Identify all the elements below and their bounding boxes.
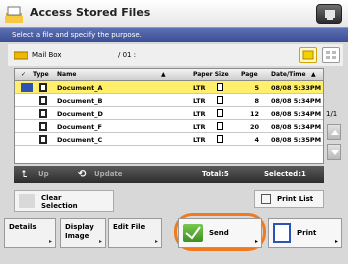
send-icon bbox=[183, 224, 203, 242]
clear-selection-button[interactable]: Clear Selection bbox=[14, 190, 114, 212]
paper-orientation-icon bbox=[217, 135, 223, 143]
chevron-right-icon: ▸ bbox=[154, 238, 158, 245]
paper-size: LTR bbox=[193, 97, 206, 105]
document-icon bbox=[39, 83, 47, 92]
mailbox-icon bbox=[14, 51, 28, 60]
table-header: ✓ Type Name ▲ Paper Size Page Date/Time … bbox=[15, 69, 323, 81]
page-title: Access Stored Files bbox=[30, 6, 151, 19]
send-button[interactable]: Send ▸ bbox=[178, 218, 262, 248]
system-monitor-button[interactable] bbox=[316, 4, 342, 24]
paper-size: LTR bbox=[193, 123, 206, 131]
page-count: 12 bbox=[249, 110, 259, 118]
title-bar: Access Stored Files bbox=[0, 0, 348, 28]
document-icon bbox=[39, 109, 47, 118]
table-row[interactable]: Document_C LTR 4 08/08 5:35PM bbox=[15, 133, 323, 146]
details-button[interactable]: Details ▸ bbox=[4, 218, 56, 248]
column-check[interactable]: ✓ bbox=[21, 71, 26, 78]
page-count: 20 bbox=[249, 123, 259, 131]
chevron-right-icon: ▸ bbox=[334, 238, 338, 245]
list-icon bbox=[261, 194, 271, 204]
paper-orientation-icon bbox=[217, 109, 223, 117]
file-name: Document_B bbox=[57, 97, 103, 105]
paper-size: LTR bbox=[193, 84, 206, 92]
monitor-icon bbox=[325, 10, 335, 20]
mailbox-bar: Mail Box / 01 : bbox=[8, 44, 343, 66]
document-icon bbox=[39, 135, 47, 144]
document-icon bbox=[39, 122, 47, 131]
file-datetime: 08/08 5:34PM bbox=[271, 97, 322, 105]
column-datetime[interactable]: Date/Time bbox=[271, 71, 306, 78]
page-count: 4 bbox=[254, 136, 259, 144]
chevron-right-icon: ▸ bbox=[98, 238, 102, 245]
selected-mark-icon bbox=[21, 83, 33, 92]
file-name: Document_C bbox=[57, 136, 103, 144]
print-icon bbox=[273, 223, 291, 243]
page-count: 5 bbox=[254, 84, 259, 92]
page-indicator: 1/1 bbox=[326, 110, 338, 118]
up-button[interactable]: ⮤ Up bbox=[16, 167, 60, 182]
file-datetime: 08/08 5:33PM bbox=[271, 84, 322, 92]
paper-orientation-icon bbox=[217, 96, 223, 104]
display-image-button[interactable]: Display Image ▸ bbox=[60, 218, 106, 248]
chevron-right-icon: ▸ bbox=[254, 238, 258, 245]
table-row[interactable]: Document_D LTR 12 08/08 5:34PM bbox=[15, 107, 323, 120]
stored-files-icon bbox=[5, 6, 23, 23]
print-label: Print bbox=[297, 229, 317, 237]
details-label: Details bbox=[9, 223, 37, 231]
file-datetime: 08/08 5:34PM bbox=[271, 110, 322, 118]
sort-arrow-icon: ▲ bbox=[161, 71, 166, 78]
action-strip: ⮤ Up ⟲ Update Total:5 Selected:1 bbox=[14, 166, 324, 183]
mailbox-label: Mail Box bbox=[32, 51, 62, 59]
file-name: Document_D bbox=[57, 110, 103, 118]
file-datetime: 08/08 5:34PM bbox=[271, 123, 322, 131]
clear-selection-icon bbox=[19, 194, 35, 208]
document-icon bbox=[39, 96, 47, 105]
print-list-button[interactable]: Print List bbox=[254, 190, 324, 208]
table-row[interactable]: Document_A LTR 5 08/08 5:33PM bbox=[15, 81, 323, 94]
file-name: Document_A bbox=[57, 84, 103, 92]
edit-file-button[interactable]: Edit File ▸ bbox=[108, 218, 162, 248]
file-datetime: 08/08 5:35PM bbox=[271, 136, 322, 144]
column-type[interactable]: Type bbox=[33, 71, 49, 78]
chevron-right-icon: ▸ bbox=[48, 238, 52, 245]
print-button[interactable]: Print ▸ bbox=[268, 218, 342, 248]
list-view-icon bbox=[302, 50, 314, 60]
display-image-label: Display Image bbox=[65, 223, 94, 240]
update-label: Update bbox=[94, 170, 123, 178]
send-label: Send bbox=[209, 229, 229, 237]
sort-arrow-icon: ▲ bbox=[311, 71, 316, 78]
column-name[interactable]: Name bbox=[57, 71, 76, 78]
scroll-up-button[interactable] bbox=[327, 124, 341, 140]
paper-size: LTR bbox=[193, 110, 206, 118]
selected-count: Selected:1 bbox=[264, 170, 306, 178]
thumbnail-view-button[interactable] bbox=[322, 47, 340, 63]
arrow-up-icon: ⮤ bbox=[22, 170, 28, 180]
refresh-icon: ⟲ bbox=[78, 169, 87, 180]
table-row[interactable]: Document_B LTR 8 08/08 5:34PM bbox=[15, 94, 323, 107]
table-row[interactable]: Document_F LTR 20 08/08 5:34PM bbox=[15, 120, 323, 133]
page-count: 8 bbox=[254, 97, 259, 105]
paper-size: LTR bbox=[193, 136, 206, 144]
scroll-down-button[interactable] bbox=[327, 144, 341, 160]
paper-orientation-icon bbox=[217, 83, 223, 91]
up-label: Up bbox=[38, 170, 49, 178]
total-count: Total:5 bbox=[202, 170, 229, 178]
clear-selection-label: Clear Selection bbox=[41, 194, 78, 210]
print-list-label: Print List bbox=[277, 195, 314, 203]
update-button[interactable]: ⟲ Update bbox=[72, 167, 136, 182]
page-info: / 01 : bbox=[118, 51, 137, 59]
grid-view-icon bbox=[326, 51, 336, 59]
column-paper-size[interactable]: Paper Size bbox=[193, 71, 229, 78]
file-name: Document_F bbox=[57, 123, 102, 131]
instruction-text: Select a file and specify the purpose. bbox=[0, 28, 348, 42]
edit-file-label: Edit File bbox=[113, 223, 146, 231]
file-table: ✓ Type Name ▲ Paper Size Page Date/Time … bbox=[14, 68, 324, 164]
paper-orientation-icon bbox=[217, 122, 223, 130]
column-page[interactable]: Page bbox=[241, 71, 258, 78]
list-view-button[interactable] bbox=[299, 47, 317, 63]
